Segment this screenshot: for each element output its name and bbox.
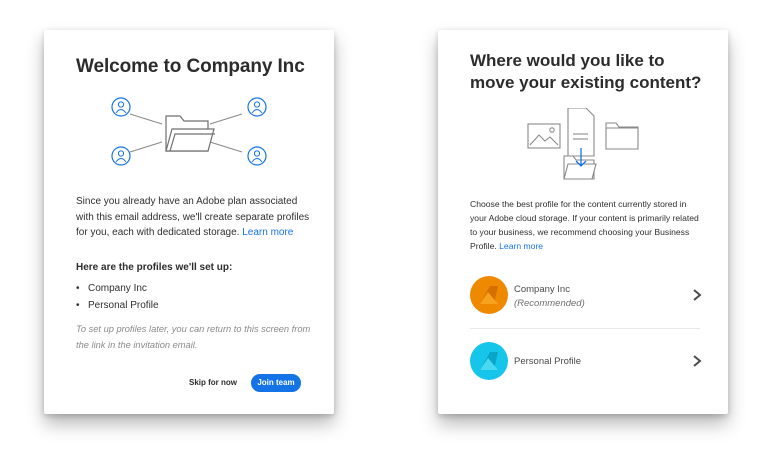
learn-more-link[interactable]: Learn more — [242, 227, 293, 238]
list-item: • Company Inc — [76, 283, 147, 294]
profile-option-company[interactable]: Company Inc (Recommended) — [470, 270, 702, 320]
personal-avatar — [470, 342, 508, 380]
welcome-description: Since you already have an Adobe plan ass… — [76, 194, 312, 241]
company-avatar — [470, 276, 508, 314]
chevron-right-icon — [693, 289, 702, 301]
folder-users-illustration — [111, 97, 267, 166]
move-content-description: Choose the best profile for the content … — [470, 197, 702, 253]
chevron-right-icon — [693, 355, 702, 367]
learn-more-link[interactable]: Learn more — [499, 241, 543, 251]
folder-icon — [605, 122, 639, 150]
profile-name: Personal Profile — [514, 356, 582, 367]
profile-option-personal[interactable]: Personal Profile — [470, 336, 702, 386]
setup-later-note: To set up profiles later, you can return… — [76, 324, 311, 350]
recommended-label: (Recommended) — [514, 298, 585, 309]
skip-for-now-button[interactable]: Skip for now — [182, 374, 244, 392]
move-content-card: Where would you like to move your existi… — [438, 30, 728, 414]
image-icon — [527, 123, 561, 149]
profiles-list: • Company Inc • Personal Profile — [76, 280, 159, 314]
profiles-heading: Here are the profiles we'll set up: — [76, 262, 233, 273]
welcome-title: Welcome to Company Inc — [76, 56, 305, 77]
join-team-button[interactable]: Join team — [251, 374, 301, 392]
welcome-card: Welcome to Company Inc Since you already… — [44, 30, 334, 414]
divider — [470, 328, 700, 329]
list-item: • Personal Profile — [76, 300, 159, 311]
files-move-illustration — [527, 108, 639, 180]
folder-icon — [165, 115, 215, 152]
move-content-title: Where would you like to move your existi… — [470, 51, 702, 92]
profile-name: Company Inc — [514, 284, 570, 295]
